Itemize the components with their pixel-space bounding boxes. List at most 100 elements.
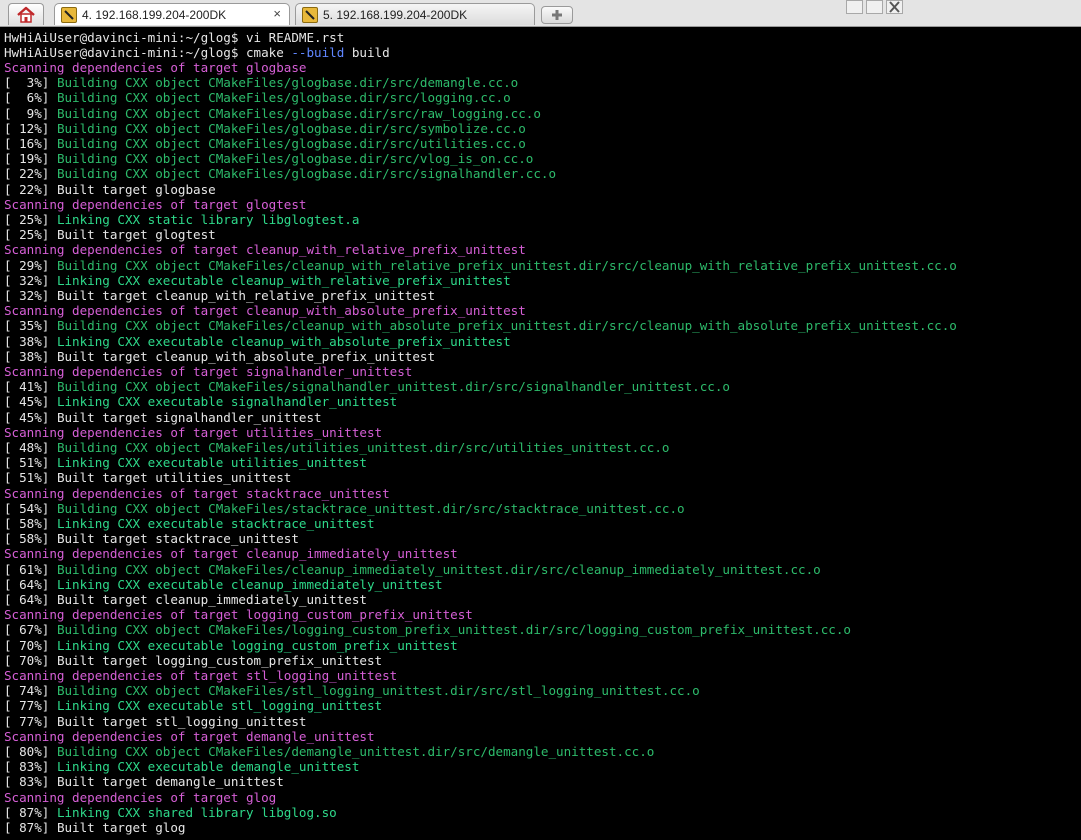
output-line: [ 32%] Built target cleanup_with_relativ… [4,288,435,303]
progress-prefix: [ 77%] [4,713,57,729]
output-line: [ 35%] Building CXX object CMakeFiles/cl… [4,318,957,333]
restore-icon[interactable] [866,0,883,14]
output-text: Built target stl_logging_unittest [56,713,307,729]
output-line: [ 51%] Built target utilities_unittest [4,470,291,485]
output-line: [ 25%] Linking CXX static library libglo… [4,212,359,227]
progress-prefix: [ 64%] [4,592,57,607]
output-text: Building CXX object CMakeFiles/glogbase.… [56,136,526,151]
output-line: Scanning dependencies of target utilitie… [4,425,382,440]
close-tab-button[interactable]: × [273,6,281,21]
output-line: [ 45%] Built target signalhandler_unitte… [4,410,322,425]
output-line: [ 58%] Built target stacktrace_unittest [4,531,299,546]
output-text: Building CXX object CMakeFiles/glogbase.… [56,166,557,182]
progress-prefix: [ 87%] [4,820,57,835]
output-text: Linking CXX executable cleanup_with_rela… [56,272,511,288]
progress-prefix: [ 19%] [4,151,57,167]
progress-prefix: [ 80%] [4,744,57,759]
tab-session-4[interactable]: 4. 192.168.199.204-200DK × [54,3,290,25]
output-text: Building CXX object CMakeFiles/demangle_… [56,744,655,759]
output-text: Built target stacktrace_unittest [56,531,299,547]
output-line: [ 58%] Linking CXX executable stacktrace… [4,516,375,531]
output-text: Linking CXX executable stl_logging_unitt… [56,698,383,714]
progress-prefix: [ 25%] [4,227,57,243]
output-line: Scanning dependencies of target glog [4,790,276,805]
tab-bar: 4. 192.168.199.204-200DK × 5. 192.168.19… [0,0,1081,27]
output-text: Building CXX object CMakeFiles/cleanup_w… [56,257,957,273]
home-button[interactable] [8,3,44,25]
terminal-output[interactable]: HwHiAiUser@davinci-mini:~/glog$ vi READM… [0,27,1081,840]
progress-prefix: [ 32%] [4,272,57,288]
output-line: [ 22%] Built target glogbase [4,182,216,197]
output-line: [ 70%] Linking CXX executable logging_cu… [4,638,458,653]
progress-prefix: [ 67%] [4,622,57,638]
output-line: [ 83%] Linking CXX executable demangle_u… [4,759,359,774]
tab-session-5[interactable]: 5. 192.168.199.204-200DK [295,3,535,25]
output-line: Scanning dependencies of target stacktra… [4,486,390,501]
prompt-user-host: HwHiAiUser@davinci-mini:~/glog$ [4,45,239,60]
output-line: [ 3%] Building CXX object CMakeFiles/glo… [4,75,518,90]
output-text: Building CXX object CMakeFiles/glogbase.… [56,105,541,121]
output-text: Linking CXX executable cleanup_immediate… [56,576,443,592]
output-text: Built target utilities_unittest [56,470,292,486]
output-text: Linking CXX static library libglogtest.a [56,212,360,227]
progress-prefix: [ 61%] [4,561,57,577]
output-text: Built target logging_custom_prefix_unitt… [56,652,383,668]
progress-prefix: [ 77%] [4,698,57,714]
output-text: Linking CXX executable utilities_unittes… [56,455,367,471]
progress-prefix: [ 25%] [4,212,57,227]
progress-prefix: [ 70%] [4,652,57,668]
output-text: Scanning dependencies of target glog [4,789,277,805]
output-line: [ 77%] Built target stl_logging_unittest [4,714,307,729]
output-text: Building CXX object CMakeFiles/glogbase.… [56,75,519,91]
output-text: Linking CXX executable logging_custom_pr… [56,637,458,653]
output-text: Linking CXX shared library libglog.so [56,804,337,820]
output-text: Scanning dependencies of target signalha… [4,364,413,379]
progress-prefix: [ 83%] [4,774,57,790]
output-line: [ 19%] Building CXX object CMakeFiles/gl… [4,151,533,166]
output-text: Linking CXX executable signalhandler_uni… [56,394,398,410]
output-text: Built target glog [56,820,186,835]
output-line: [ 48%] Building CXX object CMakeFiles/ut… [4,440,669,455]
progress-prefix: [ 22%] [4,181,57,197]
output-line: Scanning dependencies of target cleanup_… [4,303,526,318]
output-line: [ 29%] Building CXX object CMakeFiles/cl… [4,258,957,273]
output-line: [ 83%] Built target demangle_unittest [4,774,284,789]
prompt-line: HwHiAiUser@davinci-mini:~/glog$ vi READM… [4,30,344,45]
output-line: [ 64%] Linking CXX executable cleanup_im… [4,577,443,592]
output-text: Built target signalhandler_unittest [56,409,322,425]
close-window-icon[interactable] [886,0,903,14]
output-line: [ 64%] Built target cleanup_immediately_… [4,592,367,607]
output-line: [ 32%] Linking CXX executable cleanup_wi… [4,273,511,288]
progress-prefix: [ 38%] [4,348,57,364]
output-line: [ 41%] Building CXX object CMakeFiles/si… [4,379,730,394]
output-line: [ 9%] Building CXX object CMakeFiles/glo… [4,106,541,121]
output-text: Building CXX object CMakeFiles/glogbase.… [56,120,526,136]
output-text: Scanning dependencies of target cleanup_… [4,303,526,319]
output-text: Scanning dependencies of target demangle… [4,728,375,744]
output-text: Built target cleanup_with_absolute_prefi… [56,348,436,364]
output-line: [ 38%] Built target cleanup_with_absolut… [4,349,435,364]
new-tab-button[interactable] [541,6,573,24]
command-flag: --build [291,45,345,60]
output-text: Building CXX object CMakeFiles/glogbase.… [56,90,511,106]
progress-prefix: [ 32%] [4,288,57,303]
output-text: Scanning dependencies of target logging_… [4,607,473,623]
tab-label: 5. 192.168.199.204-200DK [323,7,468,22]
progress-prefix: [ 16%] [4,136,57,151]
progress-prefix: [ 51%] [4,455,57,471]
output-text: Scanning dependencies of target stl_logg… [4,668,398,683]
output-line: [ 6%] Building CXX object CMakeFiles/glo… [4,90,511,105]
output-text: Building CXX object CMakeFiles/cleanup_i… [56,561,821,577]
progress-prefix: [ 9%] [4,105,57,121]
output-line: Scanning dependencies of target cleanup_… [4,242,526,257]
output-text: Scanning dependencies of target glogtest [4,196,307,212]
output-line: Scanning dependencies of target logging_… [4,607,473,622]
layout-grid-icon[interactable] [846,0,863,14]
command-text: vi README.rst [238,30,345,45]
output-text: Building CXX object CMakeFiles/cleanup_w… [56,318,957,334]
output-text: Scanning dependencies of target cleanup_… [4,242,526,258]
progress-prefix: [ 41%] [4,379,57,395]
output-text: Building CXX object CMakeFiles/stacktrac… [56,500,685,516]
progress-prefix: [ 38%] [4,333,57,349]
progress-prefix: [ 74%] [4,683,57,699]
